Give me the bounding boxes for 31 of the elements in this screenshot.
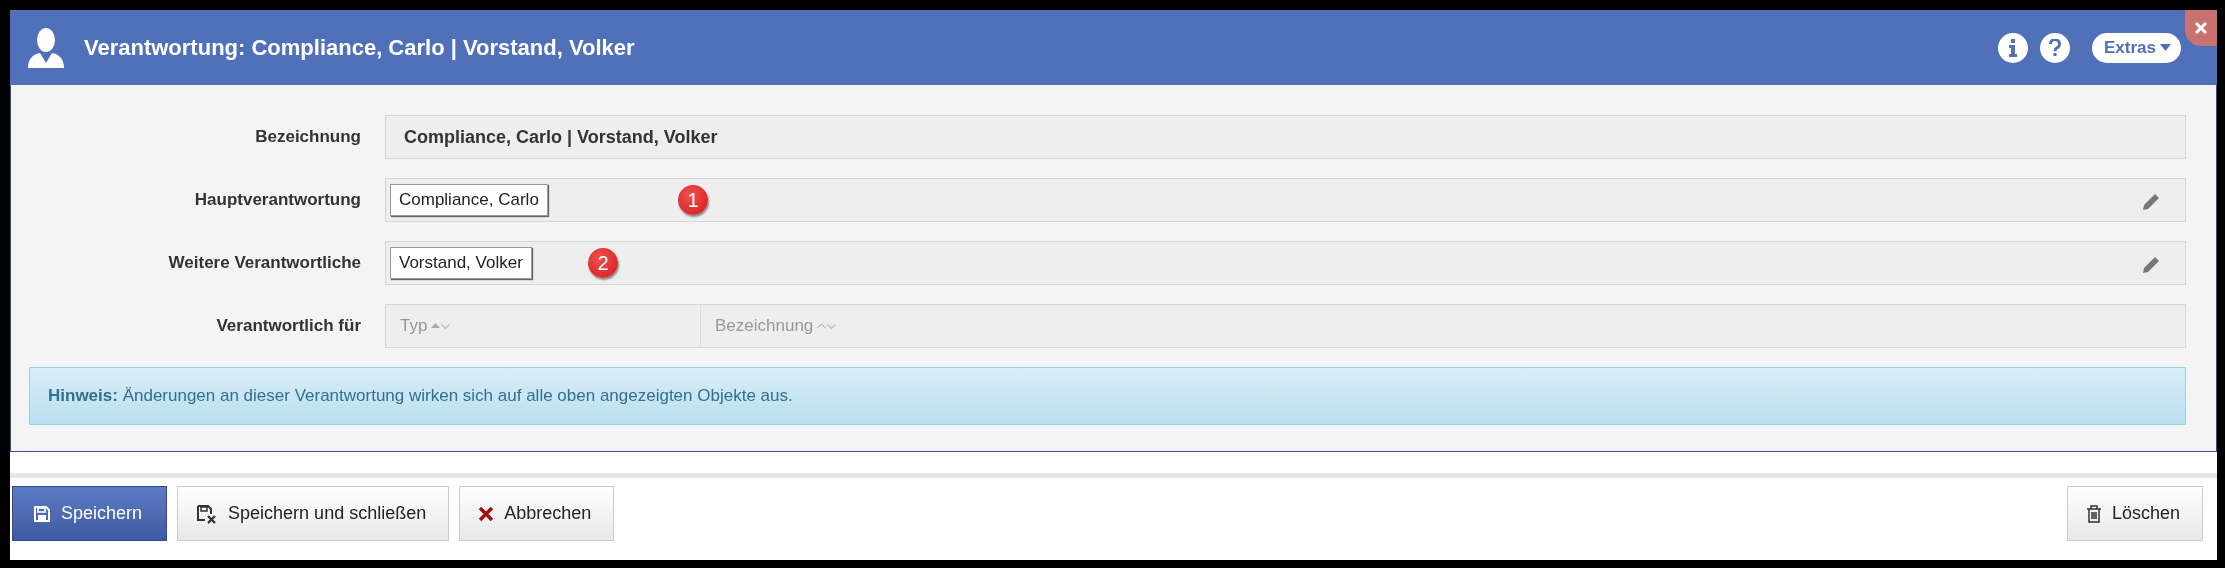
person-chip[interactable]: Compliance, Carlo — [390, 184, 548, 216]
info-button[interactable] — [1998, 32, 2028, 63]
info-icon — [2008, 38, 2018, 57]
delete-button[interactable]: Löschen — [2066, 486, 2203, 541]
cancel-button[interactable]: Abbrechen — [459, 486, 615, 541]
field-label: Verantwortlich für — [215, 315, 361, 337]
pencil-icon[interactable] — [2141, 255, 2161, 275]
pencil-icon[interactable] — [2141, 192, 2161, 212]
save-button[interactable]: Speichern — [12, 486, 168, 541]
close-icon — [2195, 22, 2207, 34]
cross-icon — [478, 505, 495, 522]
help-button[interactable] — [2040, 32, 2070, 63]
picker-field[interactable]: Compliance, Carlo 1 — [385, 178, 2186, 222]
caret-icon — [2160, 44, 2171, 51]
floppy-disk-x-icon — [196, 503, 219, 524]
hint-text: Hinweis: Änderungen an dieser Verantwortung wirken sich auf alle oben angezeigten Objekte aus. — [48, 386, 793, 406]
window-title: Verantwortung: Compliance, Carlo | Vorstand, Volker — [84, 34, 636, 61]
trash-icon — [2085, 504, 2102, 523]
field-value: Compliance, Carlo | Vorstand, Volker — [403, 126, 718, 148]
person-chip[interactable]: Vorstand, Volker — [390, 247, 532, 279]
question-mark-icon — [2049, 38, 2061, 57]
field-label: Hauptverantwortung — [193, 189, 361, 211]
number-badge: 1 — [678, 185, 708, 215]
person-icon — [28, 27, 64, 68]
save-button[interactable]: Speichern und schließen — [177, 486, 450, 541]
number-badge: 2 — [588, 248, 618, 278]
close-button[interactable] — [2185, 10, 2217, 46]
field-label: Bezeichnung — [254, 126, 361, 148]
field-label: Weitere Verantwortliche — [167, 252, 361, 274]
extras-button[interactable]: Extras — [2092, 32, 2181, 63]
picker-field[interactable]: Vorstand, Volker 2 — [385, 241, 2186, 285]
